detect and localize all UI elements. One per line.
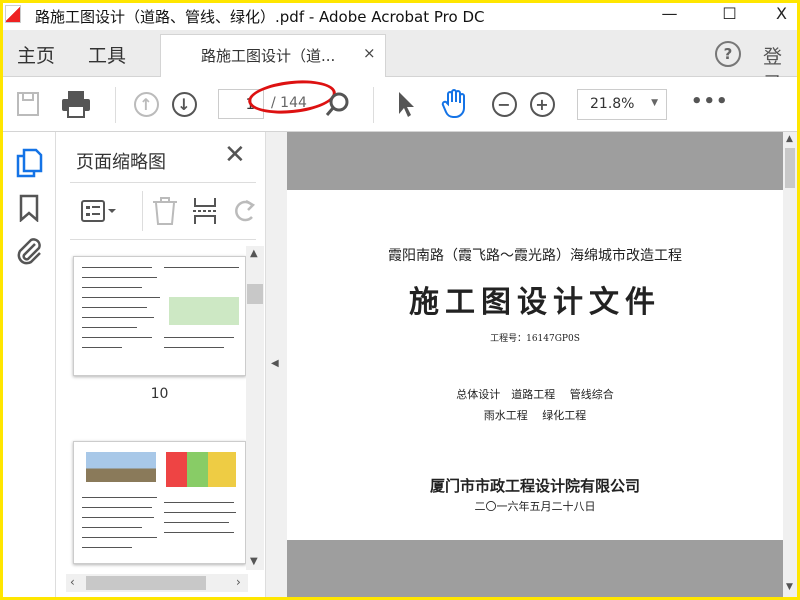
page-thumbnail[interactable] <box>73 441 246 564</box>
pdf-page: 霞阳南路（霞飞路～霞光路）海绵城市改造工程 施工图设计文件 工程号：16147G… <box>287 190 783 540</box>
close-panel-icon[interactable]: ✕ <box>224 140 246 170</box>
page-thumbnails-icon[interactable] <box>15 148 43 182</box>
find-icon[interactable] <box>323 89 353 119</box>
hand-tool-icon[interactable] <box>440 89 470 119</box>
document-tab-label: 路施工图设计（道... <box>201 47 336 65</box>
split-page-icon[interactable] <box>192 197 218 229</box>
document-view[interactable]: 霞阳南路（霞飞路～霞光路）海绵城市改造工程 施工图设计文件 工程号：16147G… <box>287 132 783 597</box>
thumbnail-map <box>166 452 236 487</box>
delete-page-icon[interactable] <box>152 197 178 229</box>
next-page-icon[interactable]: ↓ <box>169 89 199 119</box>
maximize-button[interactable]: ☐ <box>707 3 752 27</box>
company-name: 厦门市市政工程设计院有限公司 <box>429 477 640 495</box>
zoom-out-icon[interactable]: − <box>489 89 519 119</box>
tab-row: 主页 工具 路施工图设计（道... × ? 登录 <box>3 30 797 95</box>
contents-line-2: 雨水工程 绿化工程 <box>483 409 587 422</box>
previous-page-icon[interactable]: ↑ <box>131 89 161 119</box>
page-thumbnails-panel: 页面缩略图 ✕ 10 ▲ ▼ ‹ › <box>56 132 265 597</box>
toolbar: ↑ ↓ 1 / 144 − + 21.8% ▼ ••• <box>3 76 797 132</box>
document-title: 施工图设计文件 <box>409 285 661 320</box>
zoom-in-icon[interactable]: + <box>527 89 557 119</box>
attachments-icon[interactable] <box>15 236 43 270</box>
select-arrow-icon[interactable] <box>391 89 421 119</box>
divider <box>373 87 374 123</box>
zoom-level-dropdown[interactable]: 21.8% ▼ <box>577 89 667 120</box>
panel-toolbar <box>70 182 256 240</box>
title-bar: 路施工图设计（道路、管线、绿化）.pdf - Adobe Acrobat Pro… <box>3 3 797 30</box>
save-icon[interactable] <box>13 89 43 119</box>
scrollbar-thumb[interactable] <box>86 576 206 590</box>
divider <box>142 191 143 231</box>
print-icon[interactable] <box>61 89 91 119</box>
minimize-button[interactable]: — <box>647 3 692 27</box>
help-icon[interactable]: ? <box>715 41 741 67</box>
acrobat-app-icon <box>5 5 21 23</box>
more-tools-icon[interactable]: ••• <box>691 91 729 112</box>
scrollbar-thumb[interactable] <box>785 148 795 188</box>
thumbnail-scrollbar[interactable]: ▲ ▼ <box>246 246 264 570</box>
divider <box>115 87 116 123</box>
acrobat-window: 路施工图设计（道路、管线、绿化）.pdf - Adobe Acrobat Pro… <box>3 3 797 597</box>
panel-title: 页面缩略图 <box>76 152 166 173</box>
thumbnail-figure <box>86 452 156 482</box>
document-date: 二〇一六年五月二十八日 <box>474 500 596 513</box>
thumbnail-label: 10 <box>150 386 169 402</box>
project-subtitle: 霞阳南路（霞飞路～霞光路）海绵城市改造工程 <box>388 248 682 264</box>
left-icon-rail <box>3 132 56 597</box>
project-number: 工程号：16147GP0S <box>490 334 580 344</box>
window-title: 路施工图设计（道路、管线、绿化）.pdf - Adobe Acrobat Pro… <box>35 8 485 26</box>
tab-document[interactable]: 路施工图设计（道... × <box>160 34 386 77</box>
thumbnail-options-icon[interactable] <box>80 199 120 227</box>
bookmarks-icon[interactable] <box>18 194 40 226</box>
close-tab-icon[interactable]: × <box>363 44 376 62</box>
rotate-icon[interactable] <box>232 197 256 229</box>
document-scrollbar[interactable]: ▲ ▼ <box>783 132 797 597</box>
tab-tools[interactable]: 工具 <box>88 41 126 68</box>
zoom-level-value: 21.8% <box>590 96 635 112</box>
tab-home[interactable]: 主页 <box>17 41 55 68</box>
page-thumbnail[interactable] <box>73 256 246 376</box>
thumbnail-figure <box>169 297 239 325</box>
collapse-arrow-icon[interactable]: ◀ <box>271 358 279 369</box>
contents-line-1: 总体设计 道路工程 管线综合 <box>456 388 614 401</box>
collapse-panel-handle[interactable]: ◀ <box>265 132 287 597</box>
chevron-down-icon: ▼ <box>651 98 658 108</box>
horizontal-scrollbar[interactable]: ‹ › <box>66 574 248 592</box>
close-button[interactable]: X <box>759 3 797 27</box>
scrollbar-thumb[interactable] <box>247 284 263 304</box>
